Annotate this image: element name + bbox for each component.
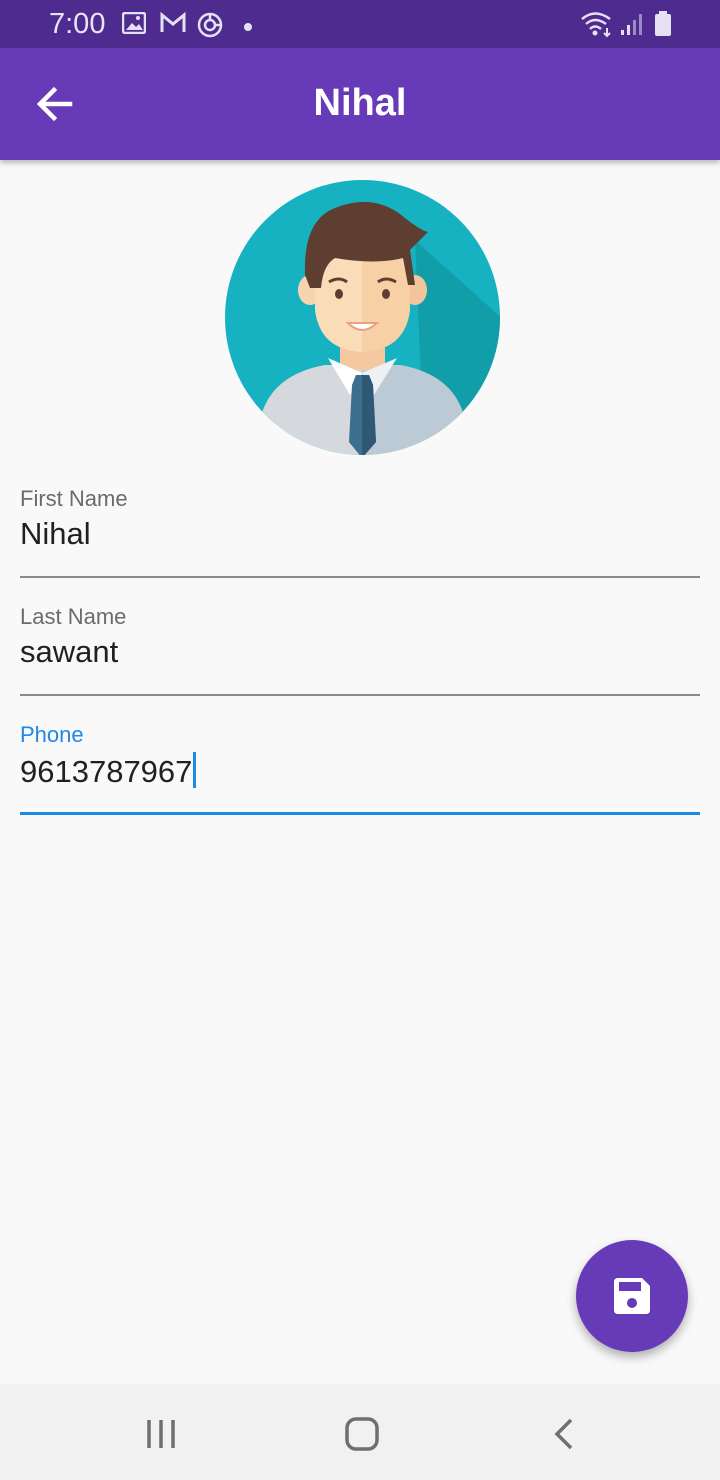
save-button[interactable] [576,1240,688,1352]
recents-button[interactable] [139,1412,183,1456]
sync-icon [197,12,223,43]
save-icon [614,1278,650,1314]
home-icon [345,1417,379,1451]
gmail-icon [160,11,186,39]
wifi-icon [580,10,614,43]
page-title: Nihal [313,82,407,124]
person-avatar-icon [225,180,500,455]
back-icon [554,1418,573,1450]
last-name-input[interactable]: sawant [20,634,118,670]
last-name-label: Last Name [20,604,127,629]
first-name-input[interactable]: Nihal [20,516,91,552]
last-name-underline [20,694,700,696]
signal-icon [620,12,644,41]
first-name-field[interactable]: First Name Nihal [20,486,700,580]
image-icon [121,11,147,39]
status-bar: 7:00 [0,0,720,48]
phone-underline [20,812,700,815]
text-cursor [193,752,197,788]
phone-input[interactable]: 9613787967 [20,754,192,789]
app-bar: Nihal [0,48,720,160]
nav-back-button[interactable] [542,1412,586,1456]
dot-icon [243,19,253,37]
home-button[interactable] [340,1412,384,1456]
phone-field[interactable]: Phone 9613787967 [20,722,700,818]
phone-label: Phone [20,722,84,747]
first-name-underline [20,576,700,578]
profile-avatar[interactable] [225,180,500,455]
phone-input-wrapper[interactable]: 9613787967 [20,752,197,790]
first-name-label: First Name [20,486,128,511]
system-nav-bar [0,1384,720,1480]
last-name-field[interactable]: Last Name sawant [20,604,700,698]
status-time: 7:00 [49,8,106,40]
recents-icon [147,1420,175,1448]
battery-icon [654,11,672,42]
